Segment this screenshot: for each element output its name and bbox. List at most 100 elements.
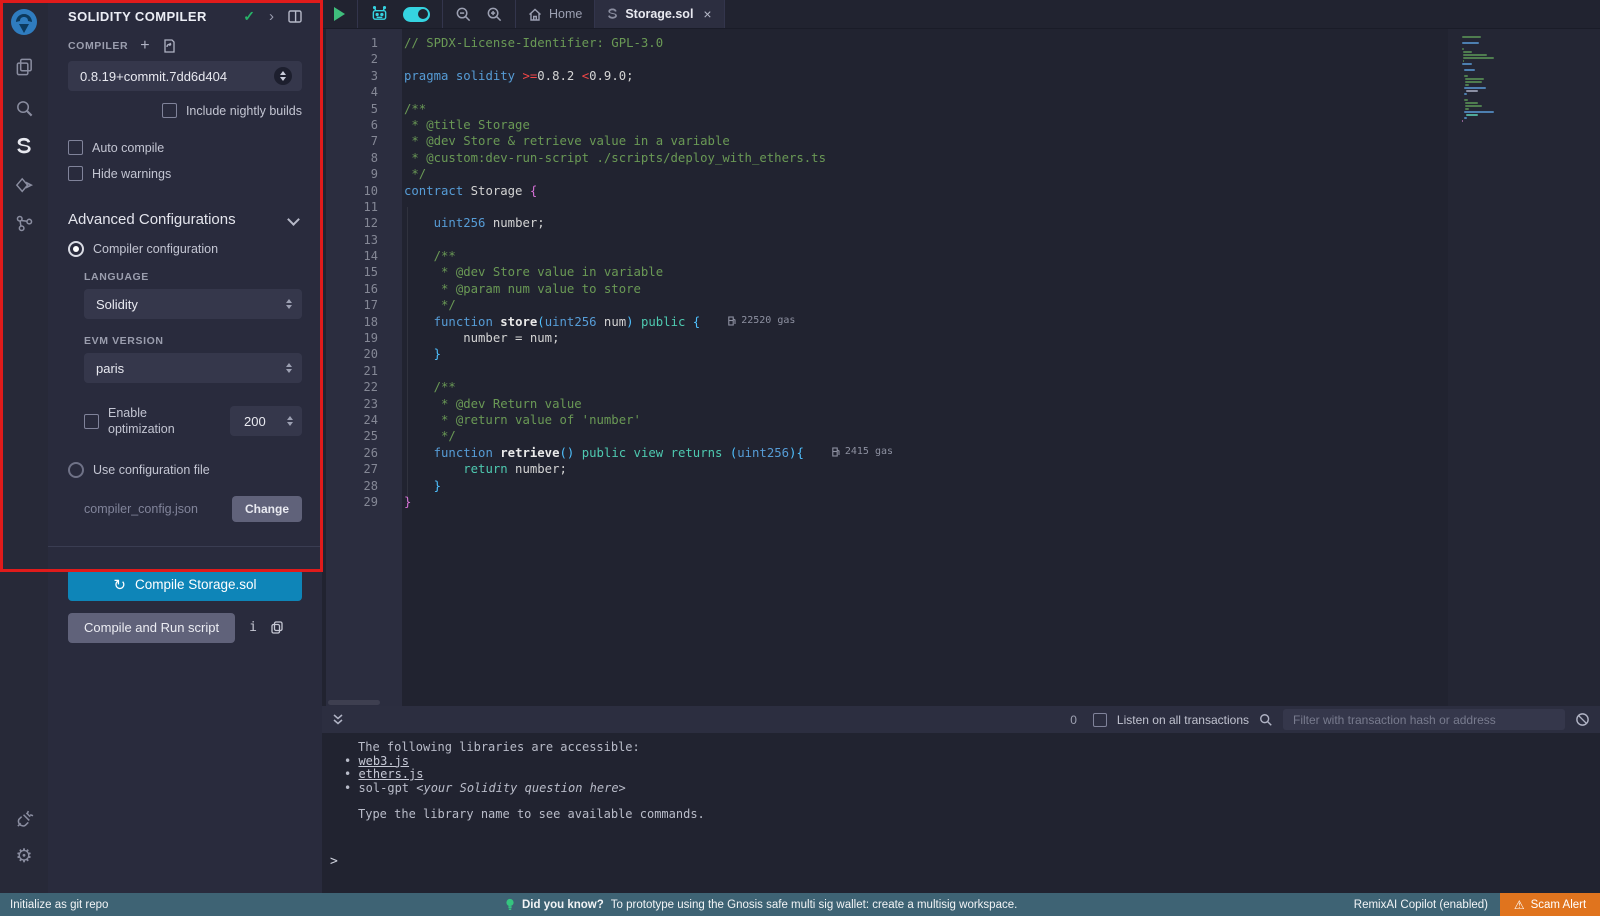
code-line[interactable]: * @dev Return value	[404, 397, 1448, 413]
code-line[interactable]: pragma solidity >=0.8.2 <0.9.0;	[404, 69, 1448, 85]
code-line[interactable]: * @title Storage	[404, 118, 1448, 134]
solidity-compiler-icon[interactable]	[0, 128, 48, 164]
hide-warnings-checkbox[interactable]	[68, 166, 83, 181]
zoom-out-icon[interactable]	[455, 6, 472, 23]
optimization-runs-input[interactable]: 200	[230, 406, 302, 436]
code-editor[interactable]: 1234567891011121314151617181920212223242…	[322, 29, 1600, 706]
copilot-toggle[interactable]	[403, 7, 430, 22]
terminal-prompt[interactable]: >	[322, 854, 1600, 869]
enable-optimization-checkbox[interactable]	[84, 414, 99, 429]
chevron-down-icon	[287, 213, 300, 226]
code-line[interactable]: }	[404, 495, 1448, 511]
close-tab-icon[interactable]: ×	[703, 6, 711, 22]
code-line[interactable]: }	[404, 479, 1448, 495]
code-line[interactable]: number = num;	[404, 331, 1448, 347]
code-line[interactable]: */	[404, 167, 1448, 183]
code-line[interactable]: * @custom:dev-run-script ./scripts/deplo…	[404, 151, 1448, 167]
code-line[interactable]	[404, 52, 1448, 68]
tab-storage-sol[interactable]: Storage.sol ×	[595, 0, 724, 28]
code-line[interactable]: function retrieve() public view returns …	[404, 446, 1448, 462]
remix-logo[interactable]	[0, 4, 48, 42]
advanced-configurations-title: Advanced Configurations	[68, 211, 289, 228]
open-compiler-window-icon[interactable]	[162, 39, 175, 53]
code-line[interactable]: // SPDX-License-Identifier: GPL-3.0	[404, 36, 1448, 52]
transaction-filter-input[interactable]	[1283, 709, 1565, 730]
pin-panel-icon[interactable]	[288, 10, 302, 23]
use-configuration-file-radio-row[interactable]: Use configuration file	[68, 462, 302, 478]
ai-copilot-robot-icon[interactable]	[370, 6, 389, 23]
compile-button[interactable]: ↻ Compile Storage.sol	[68, 569, 302, 601]
compiler-configuration-radio-row[interactable]: Compiler configuration	[68, 241, 302, 257]
hide-warnings-checkbox-row[interactable]: Hide warnings	[68, 166, 302, 181]
code-line[interactable]: * @dev Store & retrieve value in a varia…	[404, 134, 1448, 150]
change-config-button[interactable]: Change	[232, 496, 302, 522]
code-line[interactable]: uint256 number;	[404, 216, 1448, 232]
horizontal-scrollbar[interactable]	[328, 700, 380, 705]
settings-icon[interactable]: ⚙	[0, 838, 48, 874]
terminal-search-icon[interactable]	[1259, 713, 1273, 727]
code-line[interactable]: * @param num value to store	[404, 282, 1448, 298]
library-link[interactable]: ethers.js	[358, 767, 423, 781]
clear-console-icon[interactable]	[1575, 712, 1590, 727]
code-line[interactable]: }	[404, 347, 1448, 363]
solidity-compiler-panel: SOLIDITY COMPILER ✓ › COMPILER + 0.8.19+…	[48, 0, 322, 893]
compiler-configuration-radio[interactable]	[68, 241, 84, 257]
runs-stepper-icon[interactable]	[287, 416, 293, 426]
code-line[interactable]	[404, 200, 1448, 216]
collapse-panel-icon[interactable]: ›	[269, 8, 274, 25]
deploy-and-run-icon[interactable]	[0, 168, 48, 204]
compile-and-run-button[interactable]: Compile and Run script	[68, 613, 235, 643]
compiler-version-value: 0.8.19+commit.7dd6d404	[80, 69, 274, 84]
copilot-status[interactable]: RemixAI Copilot (enabled)	[1354, 899, 1488, 911]
line-number: 13	[326, 233, 402, 249]
line-number: 19	[326, 331, 402, 347]
code-line[interactable]: function store(uint256 num) public {2252…	[404, 315, 1448, 331]
line-number: 6	[326, 118, 402, 134]
scam-alert-badge[interactable]: ⚠ Scam Alert	[1500, 893, 1600, 916]
auto-compile-checkbox-row[interactable]: Auto compile	[68, 140, 302, 155]
code-line[interactable]: * @dev Store value in variable	[404, 265, 1448, 281]
search-icon[interactable]	[0, 90, 48, 126]
panel-title: SOLIDITY COMPILER	[68, 9, 229, 24]
code-line[interactable]: */	[404, 298, 1448, 314]
git-icon[interactable]	[0, 205, 48, 241]
minimap[interactable]	[1448, 29, 1600, 706]
zoom-in-icon[interactable]	[486, 6, 503, 23]
library-link[interactable]: web3.js	[358, 754, 409, 768]
line-number: 3	[326, 69, 402, 85]
evm-version-select[interactable]: paris	[84, 353, 302, 383]
code-line[interactable]: * @return value of 'number'	[404, 413, 1448, 429]
status-bar: Initialize as git repo Did you know? To …	[0, 893, 1600, 916]
file-explorer-icon[interactable]	[0, 48, 48, 84]
tab-home[interactable]: Home	[516, 0, 594, 28]
expand-terminal-icon[interactable]	[332, 713, 344, 726]
code-line[interactable]: return number;	[404, 462, 1448, 478]
code-line[interactable]: /**	[404, 380, 1448, 396]
code-line[interactable]	[404, 233, 1448, 249]
line-number: 29	[326, 495, 402, 511]
git-init-button[interactable]: Initialize as git repo	[10, 899, 108, 911]
auto-compile-checkbox[interactable]	[68, 140, 83, 155]
listen-transactions-checkbox[interactable]	[1093, 713, 1107, 727]
advanced-configurations-toggle[interactable]: Advanced Configurations	[68, 211, 302, 228]
tip-text: To prototype using the Gnosis safe multi…	[611, 899, 1018, 911]
code-line[interactable]: /**	[404, 102, 1448, 118]
plugin-manager-icon[interactable]	[0, 801, 48, 837]
info-icon[interactable]: i	[249, 620, 257, 635]
add-compiler-icon[interactable]: +	[140, 41, 149, 51]
code-line[interactable]: /**	[404, 249, 1448, 265]
code-line[interactable]: contract Storage {	[404, 184, 1448, 200]
language-select[interactable]: Solidity	[84, 289, 302, 319]
code-line[interactable]	[404, 364, 1448, 380]
run-script-play-icon[interactable]	[334, 7, 345, 21]
line-number: 23	[326, 397, 402, 413]
code-line[interactable]	[404, 85, 1448, 101]
use-configuration-file-radio[interactable]	[68, 462, 84, 478]
line-number: 4	[326, 85, 402, 101]
compiler-version-select[interactable]: 0.8.19+commit.7dd6d404	[68, 61, 302, 91]
code-line[interactable]: */	[404, 429, 1448, 445]
include-nightly-checkbox-row[interactable]: Include nightly builds	[68, 103, 302, 118]
active-tab-label: Storage.sol	[625, 7, 693, 21]
include-nightly-checkbox[interactable]	[162, 103, 177, 118]
copy-icon[interactable]	[271, 621, 283, 634]
